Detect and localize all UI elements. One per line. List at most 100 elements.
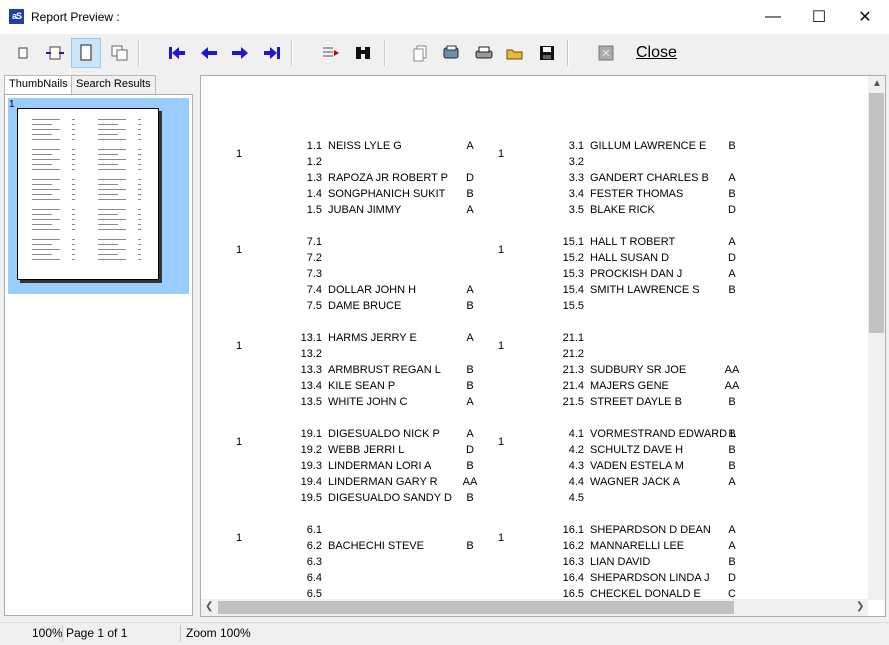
row-id: 21.2 <box>562 348 584 360</box>
thumbnail-text-line <box>32 259 60 260</box>
thumbnail-text-line <box>138 119 141 120</box>
thumbnail-text-line <box>72 149 75 150</box>
thumbnail-text-line <box>72 229 75 230</box>
row-grade: B <box>466 540 474 552</box>
thumbnail-text-line <box>138 219 141 220</box>
scroll-up-icon[interactable]: ▲ <box>872 78 882 89</box>
thumbnail-text-line <box>72 134 75 135</box>
open-button[interactable] <box>500 38 530 68</box>
goto-button[interactable] <box>316 38 346 68</box>
thumbnail-text-line <box>98 139 126 140</box>
row-grade: AA <box>724 364 740 376</box>
row-id: 3.4 <box>568 188 584 200</box>
thumbnail-text-line <box>98 124 118 125</box>
whole-page-button[interactable] <box>71 38 101 68</box>
thumbnail-text-line <box>72 139 75 140</box>
thumbnail-text-line <box>98 219 126 220</box>
report-row: 1.3 RAPOZA JR ROBERT P D <box>236 172 486 188</box>
row-name: NEISS LYLE G <box>328 140 402 152</box>
row-id: 15.3 <box>562 268 584 280</box>
status-page-info: Page 1 of 1 <box>66 626 128 640</box>
report-row: 7.1 <box>236 236 486 252</box>
prev-page-button[interactable] <box>194 38 224 68</box>
thumbnail-text-line <box>72 209 75 210</box>
horizontal-scrollbar[interactable]: ❮ ❯ <box>201 599 868 616</box>
row-grade: B <box>728 188 736 200</box>
thumbnail-text-line <box>138 254 141 255</box>
thumbnail-text-line <box>138 189 141 190</box>
row-id: 15.1 <box>562 236 584 248</box>
copy-button[interactable] <box>405 38 435 68</box>
report-row: 4.3 VADEN ESTELA M B <box>498 460 748 476</box>
row-name: DIGESUALDO NICK P <box>328 428 440 440</box>
thumbnail-text-line <box>72 214 75 215</box>
vertical-scroll-thumb[interactable] <box>869 93 884 333</box>
thumbnail-text-line <box>72 249 75 250</box>
report-row: 13.3 ARMBRUST REGAN L B <box>236 364 486 380</box>
thumbnail-text-line <box>72 124 75 125</box>
thumbnail-text-line <box>32 199 60 200</box>
row-id: 21.5 <box>562 396 584 408</box>
thumbnail-text-line <box>98 169 126 170</box>
report-row: 6.2 BACHECHI STEVE B <box>236 540 486 556</box>
thumbnail-page[interactable] <box>17 108 159 280</box>
scroll-left-icon[interactable]: ❮ <box>205 601 213 612</box>
row-name: WEBB JERRI L <box>328 444 405 456</box>
row-name: VADEN ESTELA M <box>590 460 684 472</box>
page-width-button[interactable] <box>40 38 70 68</box>
report-row: 13.4 KILE SEAN P B <box>236 380 486 396</box>
tab-thumbnails[interactable]: ThumbNails <box>4 75 73 94</box>
row-id: 7.2 <box>306 252 322 264</box>
row-name: KILE SEAN P <box>328 380 396 392</box>
report-row: 21.5 STREET DAYLE B B <box>498 396 748 412</box>
find-icon <box>356 47 370 59</box>
first-page-button[interactable] <box>162 38 192 68</box>
thumbnail-item[interactable]: 1 <box>8 98 189 294</box>
thumbnail-text-line <box>32 184 52 185</box>
row-grade: D <box>728 204 736 216</box>
row-grade: B <box>466 188 474 200</box>
row-name: BACHECHI STEVE <box>328 540 424 552</box>
scroll-right-icon[interactable]: ❯ <box>856 601 864 612</box>
print-icon <box>475 46 493 59</box>
row-grade: A <box>466 332 474 344</box>
export-button[interactable] <box>437 38 467 68</box>
thumbnail-text-line <box>72 129 75 130</box>
horizontal-scroll-thumb[interactable] <box>218 601 734 614</box>
thumbnail-text-line <box>98 199 126 200</box>
minimize-button[interactable]: — <box>750 0 796 34</box>
thumbnail-text-line <box>32 214 52 215</box>
row-name: SMITH LAWRENCE S <box>590 284 700 296</box>
toolbar <box>0 34 889 72</box>
thumbnail-text-line <box>98 129 126 130</box>
window-close-button[interactable]: ✕ <box>842 0 888 34</box>
vertical-scrollbar[interactable]: ▲ <box>868 76 885 600</box>
last-page-button[interactable] <box>257 38 287 68</box>
tab-search-results[interactable]: Search Results <box>71 75 156 94</box>
row-id: 16.3 <box>562 556 584 568</box>
close-button[interactable]: Close <box>636 44 677 62</box>
report-row: 1.1 NEISS LYLE G A <box>236 140 486 156</box>
row-id: 3.3 <box>568 172 584 184</box>
report-row: 15.5 <box>498 300 748 316</box>
thumbnail-text-line <box>32 244 52 245</box>
row-id: 21.3 <box>562 364 584 376</box>
report-row: 3.3 GANDERT CHARLES B A <box>498 172 748 188</box>
thumbnail-text-line <box>72 159 75 160</box>
row-id: 6.1 <box>306 524 322 536</box>
next-page-icon <box>232 47 248 59</box>
print-button[interactable] <box>469 38 499 68</box>
multi-page-button[interactable] <box>105 38 135 68</box>
maximize-button[interactable]: ☐ <box>796 0 842 34</box>
close-report-button[interactable] <box>591 38 621 68</box>
single-page-button[interactable] <box>8 38 38 68</box>
next-page-button[interactable] <box>225 38 255 68</box>
copy-icon <box>413 45 427 62</box>
thumbnail-text-line <box>32 209 60 210</box>
row-name: DIGESUALDO SANDY D <box>328 492 452 504</box>
find-button[interactable] <box>348 38 378 68</box>
row-grade: B <box>728 140 736 152</box>
row-name: HALL SUSAN D <box>590 252 670 264</box>
thumbnail-text-line <box>138 139 141 140</box>
save-button[interactable] <box>532 38 562 68</box>
